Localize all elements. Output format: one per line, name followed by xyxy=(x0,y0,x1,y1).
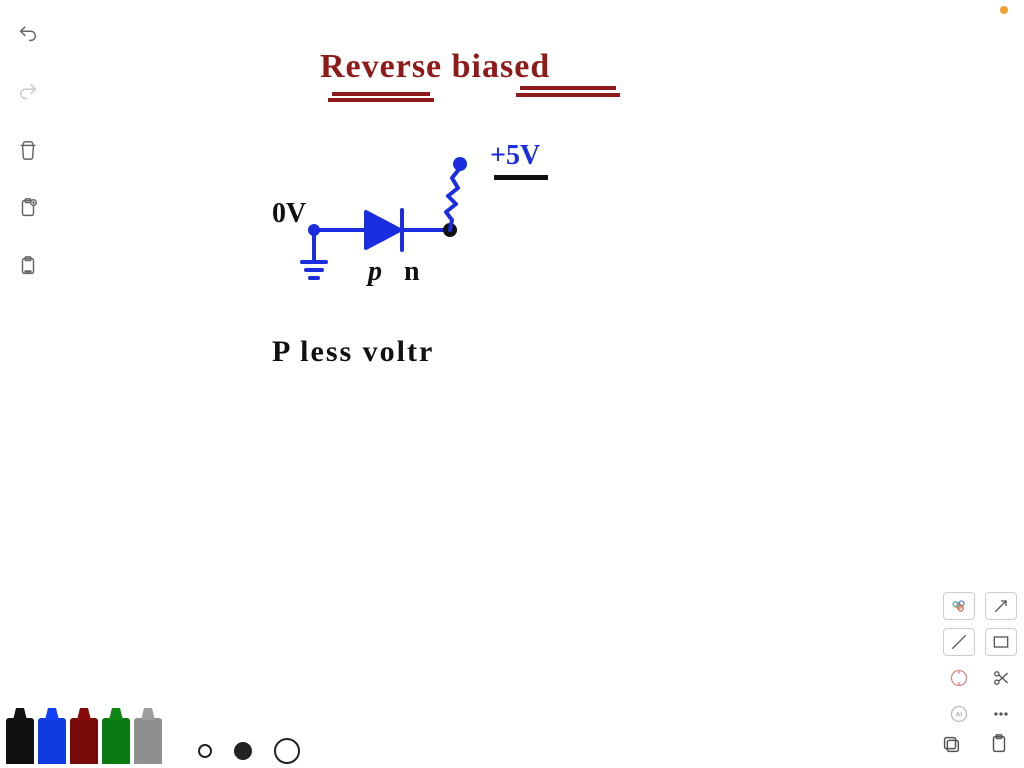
arrow-button[interactable] xyxy=(985,592,1017,620)
bottom-toolbar xyxy=(0,708,1024,768)
clipboard-plus-icon xyxy=(17,197,39,219)
undo-button[interactable] xyxy=(14,20,42,48)
stroke-small[interactable] xyxy=(198,744,212,758)
stack-icon xyxy=(938,733,964,755)
layers-button[interactable] xyxy=(936,732,966,756)
marker-gray[interactable] xyxy=(134,718,162,764)
voltage-underline xyxy=(494,175,548,180)
voltage-label-left: 0V xyxy=(272,198,306,230)
cathode-label: n xyxy=(404,256,420,288)
stroke-large[interactable] xyxy=(274,738,300,764)
trash-icon xyxy=(17,139,39,161)
recording-indicator xyxy=(1000,6,1008,14)
bottom-right-tray xyxy=(936,732,1014,764)
photos-button[interactable] xyxy=(943,592,975,620)
compass-icon xyxy=(949,668,969,688)
redo-icon xyxy=(17,81,39,103)
clipboard-plus-button[interactable] xyxy=(14,194,42,222)
circuit-diagram xyxy=(280,150,540,330)
photos-icon xyxy=(949,596,969,616)
line-button[interactable] xyxy=(943,628,975,656)
clipboard-icon xyxy=(986,733,1012,755)
note-text: P less voltr xyxy=(272,335,434,369)
scissors-button[interactable] xyxy=(985,664,1017,692)
stroke-medium[interactable] xyxy=(234,742,252,760)
undo-icon xyxy=(17,23,39,45)
compass-button[interactable] xyxy=(943,664,975,692)
title-underline xyxy=(516,93,620,97)
marker-black[interactable] xyxy=(6,718,34,764)
clipboard-more-button[interactable] xyxy=(14,252,42,280)
marker-green[interactable] xyxy=(102,718,130,764)
arrow-icon xyxy=(991,596,1011,616)
stroke-size-palette xyxy=(198,738,300,764)
rectangle-button[interactable] xyxy=(985,628,1017,656)
line-icon xyxy=(949,632,969,652)
clipboard-more-icon xyxy=(17,255,39,277)
title-underline xyxy=(520,86,616,90)
marker-blue[interactable] xyxy=(38,718,66,764)
anode-label: p xyxy=(368,256,382,288)
scissors-icon xyxy=(991,668,1011,688)
rectangle-icon xyxy=(991,632,1011,652)
page-title: Reverse biased xyxy=(320,48,550,86)
marker-palette xyxy=(6,718,162,764)
voltage-label-right: +5V xyxy=(490,140,540,172)
clipboard-button[interactable] xyxy=(984,732,1014,756)
marker-red[interactable] xyxy=(70,718,98,764)
canvas: Reverse biased +5V 0V p n xyxy=(0,0,1024,768)
title-underline xyxy=(328,98,434,102)
redo-button[interactable] xyxy=(14,78,42,106)
left-toolbar xyxy=(8,20,48,280)
trash-button[interactable] xyxy=(14,136,42,164)
title-underline xyxy=(332,92,430,96)
